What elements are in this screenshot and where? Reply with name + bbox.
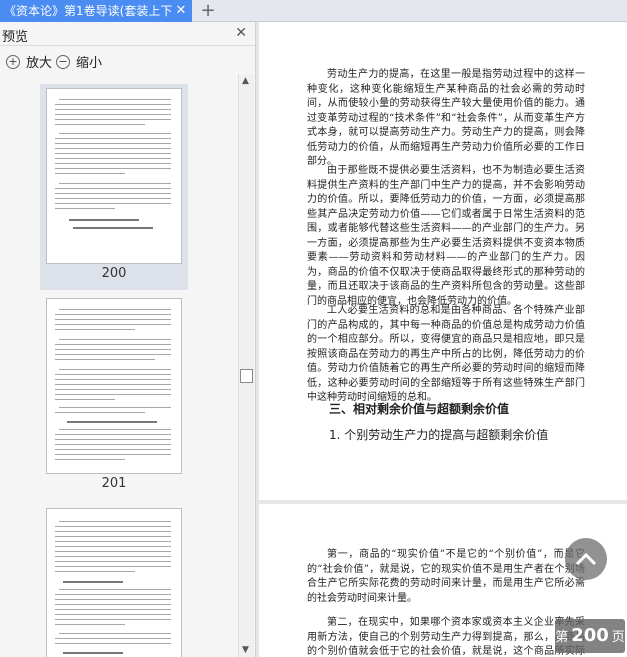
- thumbnail-scrollbar[interactable]: ▲ ▼: [238, 74, 254, 657]
- thumbnail-page-number: 200: [101, 266, 127, 281]
- preview-panel-header: 预览 ✕: [0, 22, 255, 46]
- page-indicator-suffix: 页: [611, 630, 625, 645]
- thumbnail-page-image: [46, 88, 182, 264]
- page-thumbnail[interactable]: 200: [40, 84, 188, 290]
- section-heading: 三、相对剩余价值与超额剩余价值: [329, 402, 510, 416]
- panel-close-icon[interactable]: ✕: [235, 25, 247, 41]
- paragraph: 工人必要生活资料的总和是由各种商品、各个特殊产业部门的产品构成的，其中每一种商品…: [307, 305, 585, 403]
- page-thumbnail[interactable]: [40, 504, 188, 657]
- subsection-heading: 1. 个别劳动生产力的提高与超额剩余价值: [329, 428, 549, 442]
- tab-title: 《资本论》第1卷导读(套装上下: [4, 4, 173, 18]
- page-indicator-prefix: 第: [555, 630, 569, 645]
- thumbnail-page-number: 201: [101, 476, 127, 491]
- thumbnail-list: 200 201: [0, 74, 238, 657]
- paragraph: 劳动生产力的提高，在这里一般是指劳动过程中的这样一种变化，这种变化能缩短生产某种…: [307, 69, 585, 167]
- page-indicator: 第 200 页: [555, 619, 625, 653]
- document-page: 劳动生产力的提高，在这里一般是指劳动过程中的这样一种变化，这种变化能缩短生产某种…: [259, 22, 627, 500]
- back-to-top-button[interactable]: [565, 538, 607, 580]
- thumbnail-page-image: [46, 298, 182, 474]
- preview-panel-title: 预览: [2, 30, 29, 45]
- tab-bar: 《资本论》第1卷导读(套装上下 ✕ +: [0, 0, 627, 22]
- zoom-out-button[interactable]: − 缩小: [56, 52, 102, 71]
- chevron-up-icon: [575, 552, 597, 566]
- preview-panel: 预览 ✕ + 放大 − 缩小 200 201 ▲ ▼: [0, 22, 256, 657]
- zoom-in-button[interactable]: + 放大: [6, 52, 52, 71]
- zoom-in-icon: +: [6, 54, 20, 69]
- current-page-number: 200: [571, 625, 609, 646]
- document-tab[interactable]: 《资本论》第1卷导读(套装上下 ✕: [0, 0, 192, 22]
- paragraph: 由于那些既不提供必要生活资料，也不为制造必要生活资料提供生产资料的生产部门中生产…: [307, 165, 585, 307]
- paragraph: 第一，商品的“现实价值”不是它的“个别价值”，而是它的“社会价值”，就是说，它的…: [307, 549, 585, 604]
- scroll-down-icon[interactable]: ▼: [242, 645, 249, 655]
- tab-close-icon[interactable]: ✕: [174, 0, 188, 22]
- new-tab-button[interactable]: +: [198, 0, 218, 22]
- zoom-out-label: 缩小: [76, 56, 103, 71]
- zoom-out-icon: −: [56, 54, 70, 69]
- scrollbar-thumb[interactable]: [240, 369, 253, 383]
- zoom-in-label: 放大: [26, 56, 53, 71]
- thumbnail-page-image: [46, 508, 182, 657]
- scroll-up-icon[interactable]: ▲: [242, 76, 249, 86]
- zoom-toolbar: + 放大 − 缩小: [0, 46, 255, 74]
- paragraph: 第二，在现实中，如果哪个资本家或资本主义企业率先采用新方法，使自己的个别劳动生产…: [307, 617, 585, 657]
- page-thumbnail[interactable]: 201: [40, 294, 188, 500]
